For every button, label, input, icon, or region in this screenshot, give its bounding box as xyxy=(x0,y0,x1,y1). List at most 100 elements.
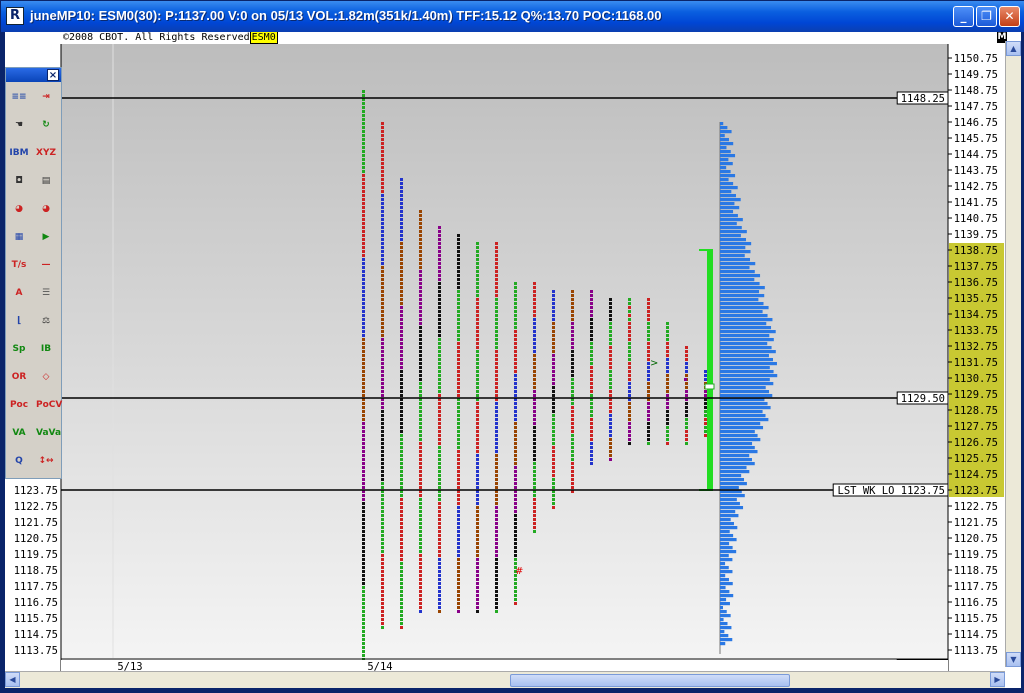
tpo-mark xyxy=(362,186,365,189)
arrows-icon[interactable]: ↕↔ xyxy=(36,452,56,470)
export-icon[interactable]: ⇥ xyxy=(36,88,56,106)
camera-icon[interactable]: ◘ xyxy=(9,172,29,190)
volume-bar xyxy=(720,506,744,510)
tpo-mark xyxy=(362,554,365,557)
tpo-mark xyxy=(381,186,384,189)
va-icon[interactable]: VA xyxy=(9,424,29,442)
tpo-mark xyxy=(514,470,517,473)
tpo-mark xyxy=(571,406,574,409)
horizontal-scrollbar[interactable]: ◀ ▶ xyxy=(5,671,1005,688)
tpo-mark xyxy=(609,342,612,345)
tpo-mark xyxy=(362,486,365,489)
tpo-mark xyxy=(438,522,441,525)
tpo-mark xyxy=(362,158,365,161)
tpo-mark xyxy=(381,330,384,333)
tpo-mark xyxy=(552,430,555,433)
line-icon[interactable]: — xyxy=(36,256,56,274)
tpo-mark xyxy=(419,418,422,421)
scroll-right-arrow-icon[interactable]: ▶ xyxy=(990,672,1005,687)
tpo-mark xyxy=(533,374,536,377)
tpo-mark xyxy=(571,486,574,489)
tpo-mark xyxy=(438,526,441,529)
scroll-up-arrow-icon[interactable]: ▲ xyxy=(1006,41,1021,56)
toolbox-close-button[interactable]: × xyxy=(47,69,59,81)
tpo-mark xyxy=(438,362,441,365)
volume-bar xyxy=(720,410,763,414)
tpo-mark xyxy=(381,226,384,229)
ts-icon[interactable]: T/s xyxy=(9,256,29,274)
tpo-mark xyxy=(419,530,422,533)
horizontal-scroll-thumb[interactable] xyxy=(510,674,790,687)
text-icon[interactable]: A xyxy=(9,284,29,302)
tpo-mark xyxy=(381,378,384,381)
scroll-left-arrow-icon[interactable]: ◀ xyxy=(5,672,20,687)
y-tick-label: 1116.75 xyxy=(954,597,998,609)
grid-icon[interactable]: ▦ xyxy=(9,228,29,246)
tpo-mark xyxy=(438,542,441,545)
volume-bar xyxy=(720,386,766,390)
tpo-mark xyxy=(419,470,422,473)
tpo-mark xyxy=(590,370,593,373)
tpo-mark xyxy=(457,246,460,249)
bracket-icon[interactable]: ⌊ xyxy=(9,312,29,330)
tpo-mark xyxy=(400,374,403,377)
tpo-mark xyxy=(533,426,536,429)
refresh-icon[interactable]: ↻ xyxy=(36,116,56,134)
tpo-mark xyxy=(495,358,498,361)
xyz-icon[interactable]: XYZ xyxy=(36,144,56,162)
minimize-button[interactable]: _ xyxy=(953,6,974,27)
tpo-mark xyxy=(419,242,422,245)
tpo-mark xyxy=(362,430,365,433)
scale-icon[interactable]: ⚖ xyxy=(36,312,56,330)
zoom-icon[interactable]: Q xyxy=(9,452,29,470)
close-button[interactable]: ✕ xyxy=(999,6,1020,27)
volume-bar xyxy=(720,546,733,550)
tpo-mark xyxy=(495,414,498,417)
tpo-mark xyxy=(419,286,422,289)
vava-icon[interactable]: VaVa xyxy=(36,424,61,442)
tpo-mark xyxy=(362,230,365,233)
palette2-icon[interactable]: ◕ xyxy=(36,200,56,218)
app-icon[interactable]: R xyxy=(6,7,24,25)
tpo-mark xyxy=(666,382,669,385)
hand-icon[interactable]: ☚ xyxy=(9,116,29,134)
tpo-mark xyxy=(438,510,441,513)
tpo-mark xyxy=(514,294,517,297)
tpo-mark xyxy=(609,450,612,453)
tpo-mark xyxy=(362,646,365,649)
align-icon[interactable]: ☰ xyxy=(36,284,56,302)
scroll-down-arrow-icon[interactable]: ▼ xyxy=(1006,652,1021,667)
tpo-mark xyxy=(419,562,422,565)
sp-icon[interactable]: Sp xyxy=(9,340,29,358)
poc-icon[interactable]: Poc xyxy=(9,396,29,414)
vertical-scrollbar[interactable]: ▲ ▼ xyxy=(1005,41,1021,667)
palette-icon[interactable]: ◕ xyxy=(9,200,29,218)
ib-icon[interactable]: IB xyxy=(36,340,56,358)
tpo-mark xyxy=(438,514,441,517)
tpo-mark xyxy=(438,606,441,609)
pocv-icon[interactable]: PoCV xyxy=(36,396,62,414)
or-icon[interactable]: OR xyxy=(9,368,29,386)
tpo-mark xyxy=(362,138,365,141)
title-bar[interactable]: R juneMP10: ESM0(30): P:1137.00 V:0 on 0… xyxy=(1,1,1024,32)
tpo-mark xyxy=(476,402,479,405)
toolbox-header[interactable]: × xyxy=(6,68,61,82)
page-icon[interactable]: ▤ xyxy=(36,172,56,190)
market-profile-chart[interactable]: 1150.751149.751148.751147.751146.751145.… xyxy=(5,32,1021,688)
tpo-mark xyxy=(476,290,479,293)
tpo-mark xyxy=(438,338,441,341)
play-icon[interactable]: ▶ xyxy=(36,228,56,246)
volume-bar xyxy=(720,302,764,306)
tpo-mark xyxy=(666,370,669,373)
chart-area[interactable]: 1150.75 1149.75 1148.75 1147.75 1146.75 1145.… xyxy=(5,32,1021,688)
tpo-mark xyxy=(362,150,365,153)
tpo-mark xyxy=(514,326,517,329)
tpo-mark xyxy=(514,410,517,413)
tpo-mark xyxy=(419,362,422,365)
maximize-button[interactable]: ❐ xyxy=(976,6,997,27)
letters-icon[interactable]: ≡≡ xyxy=(9,88,29,106)
y-tick-label: 1133.75 xyxy=(954,325,998,337)
diamond-icon[interactable]: ◇ xyxy=(36,368,56,386)
ibm-icon[interactable]: IBM xyxy=(9,144,29,162)
tpo-mark xyxy=(476,298,479,301)
